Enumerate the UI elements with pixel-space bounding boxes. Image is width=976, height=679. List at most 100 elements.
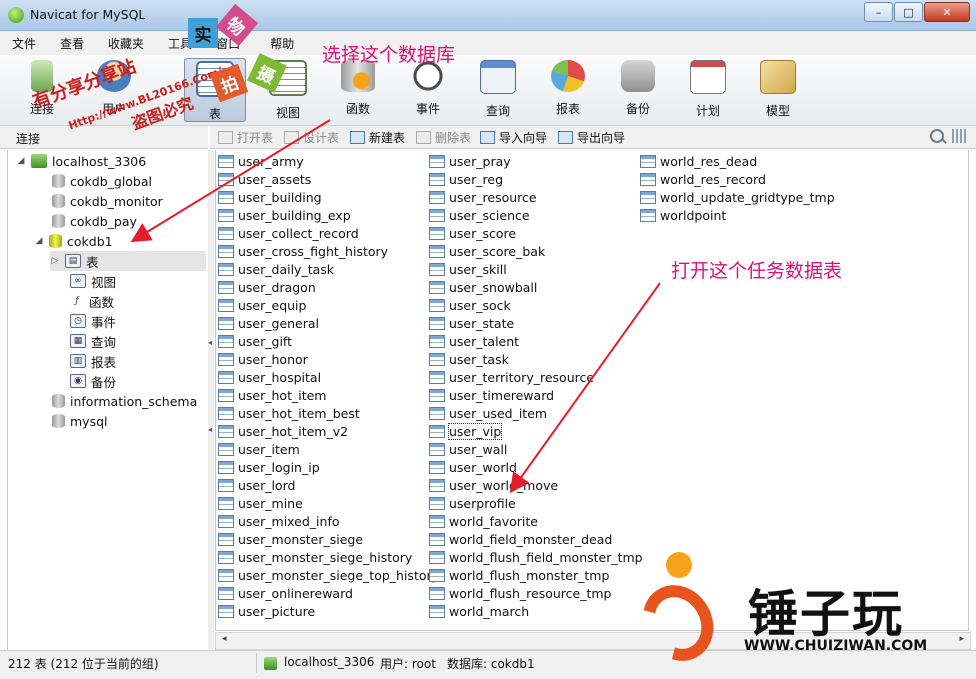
table-item[interactable]: world_flush_field_monster_tmp: [429, 548, 643, 566]
tree-events-node[interactable]: ◷ 事件: [70, 311, 116, 331]
export-wizard-button[interactable]: 导出向导: [558, 129, 625, 146]
toolbar-report-button[interactable]: 报表: [538, 58, 598, 120]
table-item[interactable]: user_snowball: [429, 278, 643, 296]
table-item[interactable]: user_hot_item_best: [218, 404, 439, 422]
table-item[interactable]: user_world: [429, 458, 643, 476]
maximize-button[interactable]: □: [894, 2, 923, 22]
collapse-icon[interactable]: ◢: [34, 236, 44, 246]
table-item[interactable]: user_army: [218, 152, 439, 170]
table-item[interactable]: world_favorite: [429, 512, 643, 530]
import-wizard-button[interactable]: 导入向导: [480, 129, 547, 146]
table-item[interactable]: user_world_move: [429, 476, 643, 494]
table-item[interactable]: user_state: [429, 314, 643, 332]
scroll-right-icon[interactable]: ▸: [959, 634, 964, 644]
open-table-button[interactable]: 打开表: [218, 129, 273, 146]
table-item[interactable]: user_sock: [429, 296, 643, 314]
minimize-button[interactable]: –: [864, 2, 893, 22]
table-item[interactable]: user_task: [429, 350, 643, 368]
menu-view[interactable]: 查看: [48, 35, 96, 52]
tree-db-cokdb-monitor[interactable]: cokdb_monitor: [52, 191, 163, 211]
table-item[interactable]: user_monster_siege: [218, 530, 439, 548]
table-item[interactable]: user_vip: [429, 422, 643, 440]
tree-queries-node[interactable]: ▦ 查询: [70, 331, 116, 351]
table-item[interactable]: user_building_exp: [218, 206, 439, 224]
table-item[interactable]: user_cross_fight_history: [218, 242, 439, 260]
toolbar-connection-button[interactable]: 连接: [12, 58, 72, 120]
delete-table-button[interactable]: 删除表: [416, 129, 471, 146]
table-item[interactable]: user_mine: [218, 494, 439, 512]
table-item[interactable]: user_science: [429, 206, 643, 224]
toolbar-event-button[interactable]: 事件: [398, 58, 458, 120]
tree-tables-node[interactable]: ▷ ▤ 表: [50, 251, 206, 271]
panel-splitter[interactable]: ◂ ◂: [208, 150, 214, 650]
table-item[interactable]: user_hospital: [218, 368, 439, 386]
expand-icon[interactable]: ▷: [50, 256, 60, 266]
table-item[interactable]: user_wall: [429, 440, 643, 458]
toolbar-backup-button[interactable]: 备份: [608, 58, 668, 120]
table-item[interactable]: user_resource: [429, 188, 643, 206]
new-table-button[interactable]: 新建表: [350, 129, 405, 146]
tree-db-cokdb-pay[interactable]: cokdb_pay: [52, 211, 137, 231]
table-item[interactable]: user_dragon: [218, 278, 439, 296]
toolbar-user-button[interactable]: 用户: [84, 58, 144, 120]
tree-functions-node[interactable]: ƒ 函数: [70, 291, 114, 311]
menu-file[interactable]: 文件: [0, 35, 48, 52]
table-item[interactable]: user_monster_siege_top_history: [218, 566, 439, 584]
table-item[interactable]: user_score_bak: [429, 242, 643, 260]
table-item[interactable]: user_lord: [218, 476, 439, 494]
table-item[interactable]: user_login_ip: [218, 458, 439, 476]
table-item[interactable]: user_onlinereward: [218, 584, 439, 602]
table-item[interactable]: user_timereward: [429, 386, 643, 404]
table-item[interactable]: user_score: [429, 224, 643, 242]
table-item[interactable]: world_res_dead: [640, 152, 835, 170]
menu-help[interactable]: 帮助: [258, 35, 306, 52]
table-item[interactable]: user_pray: [429, 152, 643, 170]
tree-reports-node[interactable]: ▥ 报表: [70, 351, 116, 371]
view-mode-icon[interactable]: [952, 129, 966, 143]
tree-db-cokdb-global[interactable]: cokdb_global: [52, 171, 152, 191]
table-item[interactable]: user_talent: [429, 332, 643, 350]
table-item[interactable]: world_field_monster_dead: [429, 530, 643, 548]
table-item[interactable]: userprofile: [429, 494, 643, 512]
search-icon[interactable]: [930, 129, 944, 143]
table-item[interactable]: world_flush_resource_tmp: [429, 584, 643, 602]
scroll-left-icon[interactable]: ◂: [222, 634, 227, 644]
tree-db-mysql[interactable]: mysql: [52, 411, 108, 431]
table-item[interactable]: world_res_record: [640, 170, 835, 188]
table-item[interactable]: world_march: [429, 602, 643, 620]
table-item[interactable]: user_monster_siege_history: [218, 548, 439, 566]
menu-favorites[interactable]: 收藏夹: [96, 35, 156, 52]
table-item[interactable]: world_flush_monster_tmp: [429, 566, 643, 584]
table-item[interactable]: user_hot_item: [218, 386, 439, 404]
tree-db-cokdb1[interactable]: ◢ cokdb1: [34, 231, 113, 251]
design-table-button[interactable]: 设计表: [284, 129, 339, 146]
toolbar-function-button[interactable]: 函数: [328, 58, 388, 120]
toolbar-model-button[interactable]: 模型: [748, 58, 808, 120]
table-item[interactable]: user_gift: [218, 332, 439, 350]
table-item[interactable]: user_reg: [429, 170, 643, 188]
tree-backups-node[interactable]: ◉ 备份: [70, 371, 116, 391]
close-button[interactable]: ✕: [924, 2, 970, 22]
table-item[interactable]: user_skill: [429, 260, 643, 278]
table-item[interactable]: user_general: [218, 314, 439, 332]
table-item[interactable]: user_used_item: [429, 404, 643, 422]
table-item[interactable]: user_honor: [218, 350, 439, 368]
tree-connection-node[interactable]: ◢ localhost_3306: [16, 151, 147, 171]
table-item[interactable]: user_daily_task: [218, 260, 439, 278]
table-item[interactable]: worldpoint: [640, 206, 835, 224]
table-item[interactable]: user_mixed_info: [218, 512, 439, 530]
table-item[interactable]: user_picture: [218, 602, 439, 620]
toolbar-schedule-button[interactable]: 计划: [678, 58, 738, 120]
table-item[interactable]: user_equip: [218, 296, 439, 314]
table-item[interactable]: user_item: [218, 440, 439, 458]
table-item[interactable]: world_update_gridtype_tmp: [640, 188, 835, 206]
tree-db-information-schema[interactable]: information_schema: [52, 391, 197, 411]
table-item[interactable]: user_building: [218, 188, 439, 206]
horizontal-scrollbar[interactable]: ◂ ▸: [215, 632, 971, 650]
tree-views-node[interactable]: ∞ 视图: [70, 271, 116, 291]
table-item[interactable]: user_collect_record: [218, 224, 439, 242]
table-item[interactable]: user_assets: [218, 170, 439, 188]
toolbar-query-button[interactable]: 查询: [468, 58, 528, 120]
table-item[interactable]: user_hot_item_v2: [218, 422, 439, 440]
table-item[interactable]: user_territory_resource: [429, 368, 643, 386]
